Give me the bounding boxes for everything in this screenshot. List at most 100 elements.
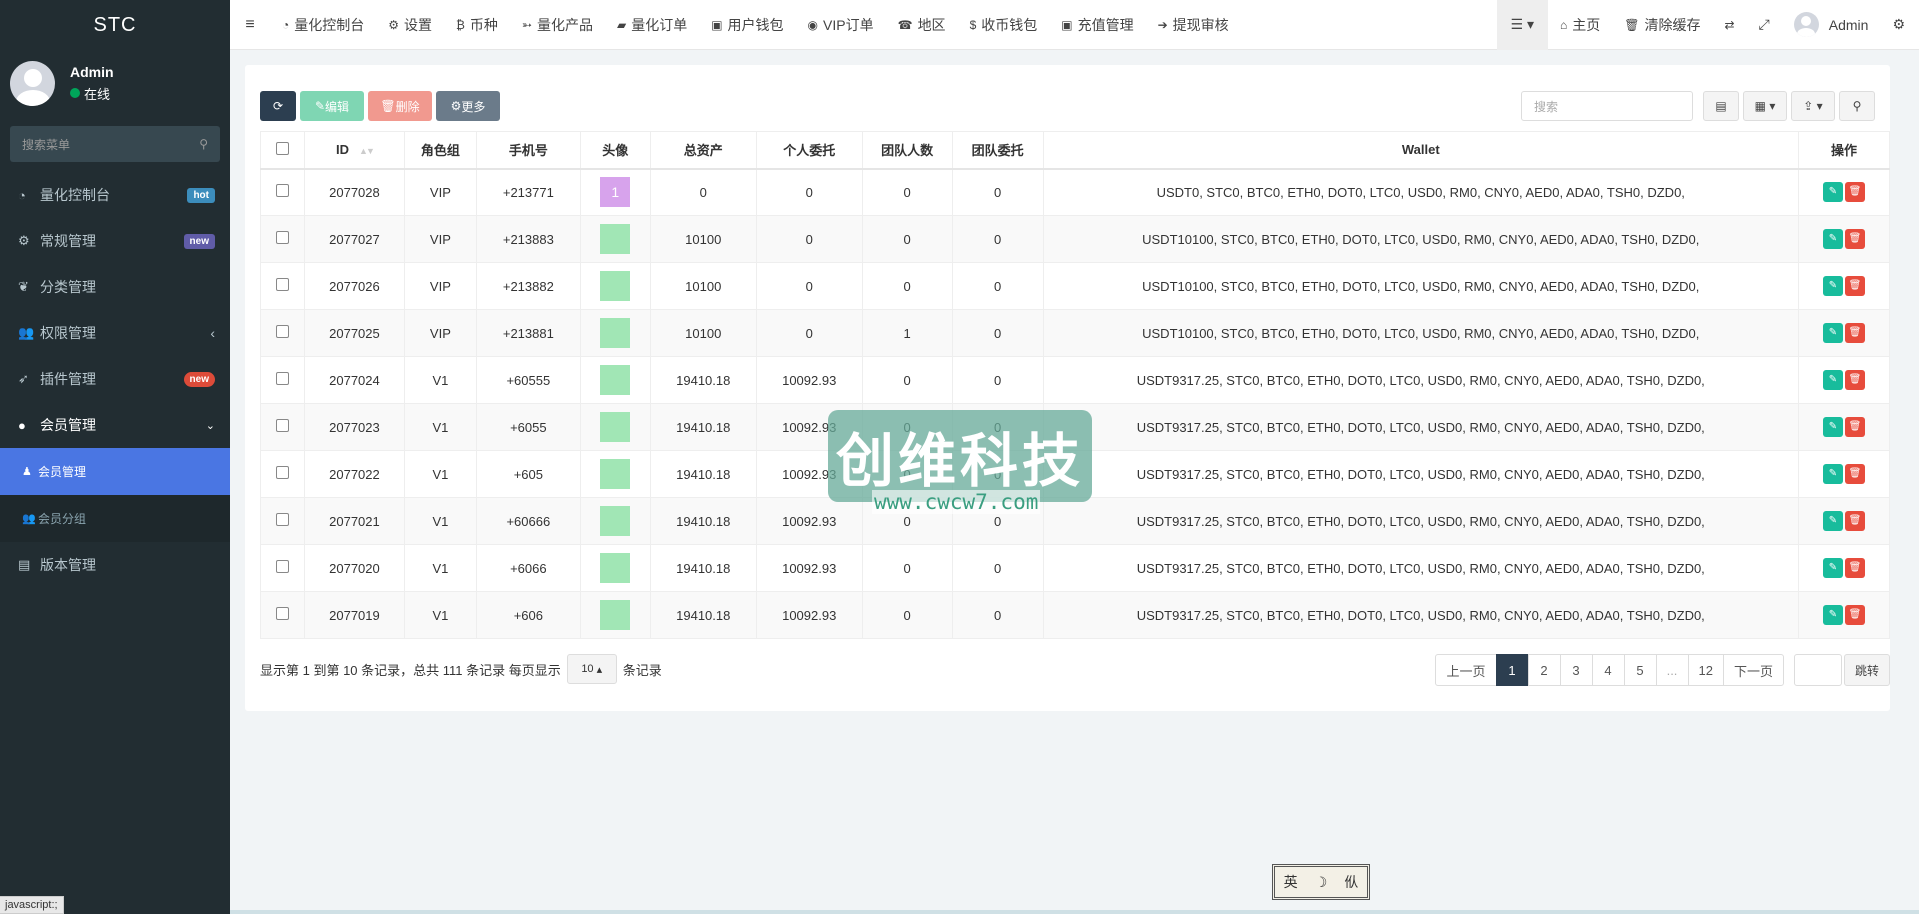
nav-link-receive-wallet[interactable]: $ 收币钱包: [958, 0, 1050, 50]
row-delete-button[interactable]: 🗑: [1844, 229, 1865, 249]
sidebar-item-dashboard[interactable]: ◔ 量化控制台 hot: [0, 172, 230, 218]
avatar[interactable]: [600, 459, 631, 489]
avatar[interactable]: [600, 412, 631, 442]
sidebar-subitem-member[interactable]: ♟ 会员管理: [0, 448, 230, 495]
nav-link-recharge[interactable]: ▣ 充值管理: [1049, 0, 1145, 50]
row-delete-button[interactable]: 🗑: [1844, 464, 1865, 484]
table-row[interactable]: 2077024 V1 +60555 19410.18 10092.93 0 0 USDT931…: [260, 356, 1891, 404]
row-edit-button[interactable]: ✎: [1822, 370, 1843, 390]
nav-link-orders[interactable]: ▰ 量化订单: [605, 0, 699, 50]
row-edit-button[interactable]: ✎: [1822, 605, 1843, 625]
page-jump-input[interactable]: [1793, 654, 1842, 686]
page-button[interactable]: 3: [1559, 654, 1593, 686]
table-row[interactable]: 2077028 VIP +213771 1 0 0 0 0 USDT0, STC0, BTC0,…: [260, 168, 1891, 216]
row-edit-button[interactable]: ✎: [1822, 182, 1843, 203]
page-button[interactable]: 12: [1687, 654, 1724, 686]
row-edit-button[interactable]: ✎: [1822, 464, 1843, 484]
columns-button[interactable]: ▦ ▾: [1743, 91, 1787, 121]
row-delete-button[interactable]: 🗑: [1844, 511, 1865, 531]
row-delete-button[interactable]: 🗑: [1844, 182, 1865, 203]
refresh-button[interactable]: ⟳: [260, 91, 296, 121]
next-page-button[interactable]: 下一页: [1722, 654, 1784, 686]
nav-link-clear-cache[interactable]: 🗑 清除缓存: [1612, 0, 1712, 50]
delete-button[interactable]: 🗑 删除: [368, 91, 432, 121]
row-delete-button[interactable]: 🗑: [1844, 276, 1865, 296]
checkbox[interactable]: [275, 513, 289, 526]
avatar[interactable]: [600, 318, 631, 348]
nav-link-home[interactable]: ⌂ 主页: [1548, 0, 1612, 50]
nav-link-wallet[interactable]: ▣ 用户钱包: [699, 0, 795, 50]
table-row[interactable]: 2077020 V1 +6066 19410.18 10092.93 0 0 USDT9317…: [260, 544, 1891, 592]
row-delete-button[interactable]: 🗑: [1844, 605, 1865, 625]
sidebar-item-category[interactable]: ❦ 分类管理: [0, 264, 230, 310]
brand-logo[interactable]: STC: [0, 0, 230, 50]
checkbox[interactable]: [275, 419, 289, 432]
checkbox[interactable]: [275, 278, 289, 291]
select-all-checkbox[interactable]: [260, 131, 305, 170]
prev-page-button[interactable]: 上一页: [1435, 654, 1497, 686]
row-edit-button[interactable]: ✎: [1822, 511, 1843, 531]
row-edit-button[interactable]: ✎: [1822, 417, 1843, 437]
sidebar-item-member[interactable]: ● 会员管理 ⌄: [0, 402, 230, 448]
toggle-view-button[interactable]: ▤: [1703, 91, 1739, 121]
row-edit-button[interactable]: ✎: [1822, 558, 1843, 578]
table-row[interactable]: 2077027 VIP +213883 10100 0 0 0 USDT10100, STC0…: [260, 215, 1891, 263]
checkbox[interactable]: [275, 325, 289, 338]
column-header-id[interactable]: ID ▲▼: [303, 131, 405, 170]
checkbox[interactable]: [275, 231, 289, 244]
checkbox[interactable]: [275, 560, 289, 573]
sidebar-subitem-member-group[interactable]: 👥 会员分组: [0, 495, 230, 542]
table-row[interactable]: 2077021 V1 +60666 19410.18 10092.93 0 0 USDT931…: [260, 497, 1891, 545]
checkbox[interactable]: [275, 184, 289, 198]
table-row[interactable]: 2077026 VIP +213882 10100 0 0 0 USDT10100, STC0…: [260, 262, 1891, 310]
avatar[interactable]: [600, 365, 631, 395]
nav-link-settings[interactable]: ⚙ 设置: [376, 0, 444, 50]
row-delete-button[interactable]: 🗑: [1844, 370, 1865, 390]
ime-indicator[interactable]: 英 ☽ 㐺: [1272, 864, 1370, 900]
edit-button[interactable]: ✎ 编辑: [300, 91, 364, 121]
nav-link-currency[interactable]: ₿ 币种: [444, 0, 510, 50]
nav-link-withdraw[interactable]: ➔ 提现审核: [1146, 0, 1241, 50]
sidebar-item-auth[interactable]: 👥 权限管理 ‹: [0, 310, 230, 356]
sort-icon[interactable]: ▲▼: [359, 146, 375, 156]
table-row[interactable]: 2077019 V1 +606 19410.18 10092.93 0 0 USDT9317.…: [260, 591, 1891, 639]
settings-button[interactable]: ⚙: [1880, 0, 1919, 50]
row-edit-button[interactable]: ✎: [1822, 276, 1843, 296]
sidebar-item-version[interactable]: ▤ 版本管理: [0, 542, 230, 588]
search-icon[interactable]: ⚲: [199, 137, 208, 151]
row-delete-button[interactable]: 🗑: [1844, 558, 1865, 578]
avatar[interactable]: [600, 224, 631, 254]
avatar[interactable]: [600, 271, 631, 301]
more-button[interactable]: ⚙ 更多: [436, 91, 500, 121]
nav-link-region[interactable]: ☎ 地区: [886, 0, 958, 50]
nav-link-product[interactable]: ➳ 量化产品: [510, 0, 605, 50]
fullscreen-button[interactable]: ⤢: [1747, 0, 1782, 50]
page-button[interactable]: 5: [1623, 654, 1657, 686]
checkbox[interactable]: [275, 141, 289, 155]
row-edit-button[interactable]: ✎: [1822, 229, 1843, 249]
table-search-input[interactable]: 搜索: [1521, 91, 1693, 121]
row-delete-button[interactable]: 🗑: [1844, 323, 1865, 343]
row-edit-button[interactable]: ✎: [1822, 323, 1843, 343]
user-menu[interactable]: Admin: [1782, 0, 1881, 50]
page-button[interactable]: 4: [1591, 654, 1625, 686]
table-row[interactable]: 2077025 VIP +213881 10100 0 1 0 USDT10100, STC0…: [260, 309, 1891, 357]
sidebar-search-input[interactable]: 搜索菜单 ⚲: [10, 126, 220, 162]
avatar[interactable]: 1: [600, 177, 631, 208]
translate-button[interactable]: ⇄: [1712, 0, 1746, 50]
row-delete-button[interactable]: 🗑: [1844, 417, 1865, 437]
nav-link-dashboard[interactable]: ◔ 量化控制台: [270, 0, 376, 50]
checkbox[interactable]: [275, 372, 289, 385]
avatar[interactable]: [600, 600, 631, 630]
avatar[interactable]: [600, 553, 631, 583]
checkbox[interactable]: [275, 607, 289, 620]
sidebar-item-addon[interactable]: ➶ 插件管理 new: [0, 356, 230, 402]
sidebar-toggle-icon[interactable]: ≡: [230, 16, 270, 34]
avatar[interactable]: [600, 506, 631, 536]
page-jump-button[interactable]: 跳转: [1843, 654, 1890, 686]
nav-link-vip[interactable]: ◉ VIP订单: [796, 0, 886, 50]
export-button[interactable]: ⇪ ▾: [1791, 91, 1835, 121]
sidebar-item-general[interactable]: ⚙ 常规管理 new: [0, 218, 230, 264]
page-button[interactable]: 1: [1495, 654, 1529, 686]
search-button[interactable]: ⚲: [1839, 91, 1875, 121]
